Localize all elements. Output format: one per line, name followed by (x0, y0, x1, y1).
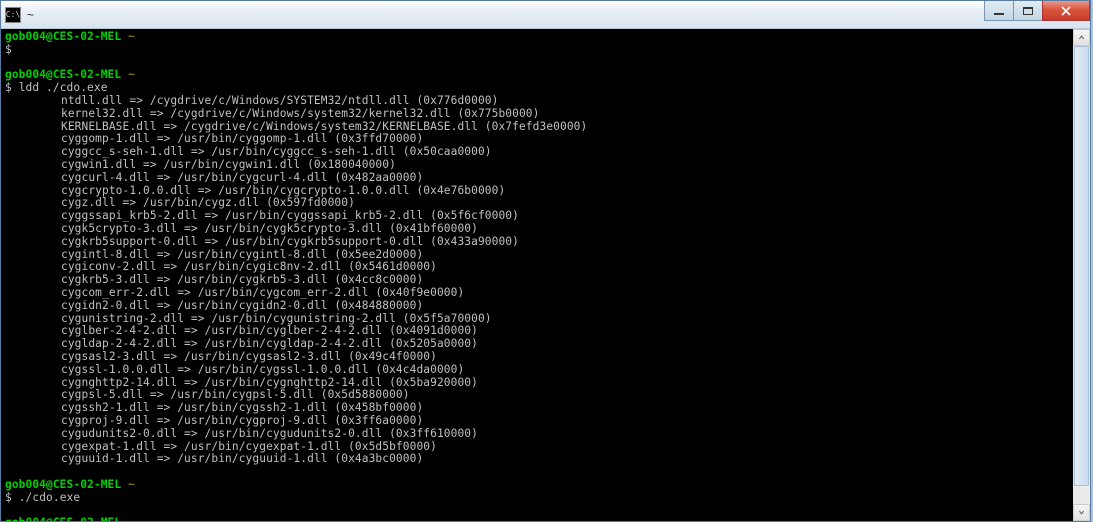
maximize-button[interactable] (1013, 1, 1043, 21)
minimize-button[interactable] (984, 1, 1014, 21)
output-line: cygssh2-1.dll => /usr/bin/cygssh2-1.dll … (5, 402, 1070, 415)
output-line: cygcurl-4.dll => /usr/bin/cygcurl-4.dll … (5, 172, 1070, 185)
scroll-down-button[interactable] (1073, 504, 1090, 521)
output-line: cygwin1.dll => /usr/bin/cygwin1.dll (0x1… (5, 159, 1070, 172)
output-line: cygk5crypto-3.dll => /usr/bin/cygk5crypt… (5, 223, 1070, 236)
chevron-down-icon (1078, 509, 1085, 516)
chevron-up-icon (1078, 34, 1085, 41)
blank-line (5, 504, 1070, 517)
blank-line (5, 57, 1070, 70)
terminal-icon: C:\ (5, 7, 21, 23)
command-line: $ ./cdo.exe (5, 492, 1070, 505)
close-icon (1061, 6, 1071, 16)
scroll-thumb[interactable] (1074, 46, 1089, 486)
vertical-scrollbar (1073, 29, 1090, 521)
output-line: cygssl-1.0.0.dll => /usr/bin/cygssl-1.0.… (5, 364, 1070, 377)
command-line: $ (5, 44, 1070, 57)
scroll-track[interactable] (1073, 46, 1090, 504)
prompt-line: gob004@CES-02-MEL ~ (5, 69, 1070, 82)
prompt-line: gob004@CES-02-MEL ~ (5, 479, 1070, 492)
terminal-body: gob004@CES-02-MEL ~$ gob004@CES-02-MEL ~… (1, 29, 1090, 521)
minimize-icon (994, 13, 1004, 15)
titlebar[interactable]: C:\ ~ (1, 1, 1090, 29)
terminal-content[interactable]: gob004@CES-02-MEL ~$ gob004@CES-02-MEL ~… (1, 29, 1074, 521)
prompt-line: gob004@CES-02-MEL ~ (5, 31, 1070, 44)
output-line: ntdll.dll => /cygdrive/c/Windows/SYSTEM3… (5, 95, 1070, 108)
prompt-line: gob004@CES-02-MEL ~ (5, 517, 1070, 521)
output-line: kernel32.dll => /cygdrive/c/Windows/syst… (5, 108, 1070, 121)
output-line: cygudunits2-0.dll => /usr/bin/cygudunits… (5, 428, 1070, 441)
scroll-up-button[interactable] (1073, 29, 1090, 46)
maximize-icon (1023, 7, 1033, 15)
window-title: ~ (27, 8, 34, 22)
output-line: cygsasl2-3.dll => /usr/bin/cygsasl2-3.dl… (5, 351, 1070, 364)
output-line: cygkrb5support-0.dll => /usr/bin/cygkrb5… (5, 236, 1070, 249)
blank-line (5, 466, 1070, 479)
close-button[interactable] (1042, 1, 1090, 21)
terminal-window: C:\ ~ gob004@CES-02-MEL ~$ gob004@CES-02… (0, 0, 1091, 522)
output-line: cygidn2-0.dll => /usr/bin/cygidn2-0.dll … (5, 300, 1070, 313)
output-line: cygproj-9.dll => /usr/bin/cygproj-9.dll … (5, 415, 1070, 428)
output-line: cygldap-2-4-2.dll => /usr/bin/cygldap-2-… (5, 338, 1070, 351)
output-line: cyguuid-1.dll => /usr/bin/cyguuid-1.dll … (5, 453, 1070, 466)
output-line: cygcom_err-2.dll => /usr/bin/cygcom_err-… (5, 287, 1070, 300)
window-controls (985, 1, 1090, 21)
